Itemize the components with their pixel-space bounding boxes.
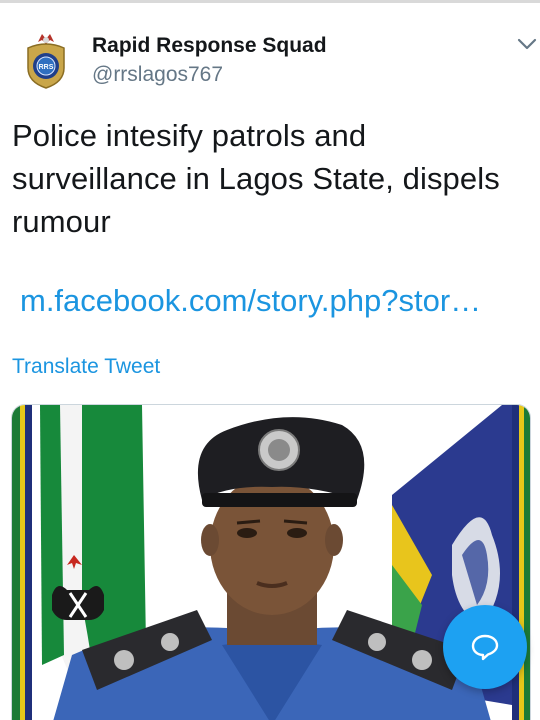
- display-name[interactable]: Rapid Response Squad: [92, 34, 327, 58]
- tweet-text: Police intesify patrols and surveillance…: [12, 118, 500, 239]
- avatar-badge-text: RRS: [39, 64, 54, 71]
- chevron-down-icon: [517, 38, 537, 50]
- top-divider: [0, 0, 540, 3]
- tweet-menu-button[interactable]: [516, 36, 538, 52]
- tweet-detail-screen: RRS Rapid Response Squad @rrslagos767 Po…: [0, 0, 540, 720]
- user-handle[interactable]: @rrslagos767: [92, 63, 223, 87]
- profile-avatar[interactable]: RRS: [18, 30, 74, 90]
- reply-bubble-icon: [471, 634, 499, 661]
- police-badge-icon: RRS: [27, 34, 65, 89]
- tweet-link[interactable]: m.facebook.com/story.php?stor…: [20, 283, 530, 319]
- translate-tweet-link[interactable]: Translate Tweet: [12, 355, 160, 379]
- reply-button[interactable]: [443, 605, 527, 689]
